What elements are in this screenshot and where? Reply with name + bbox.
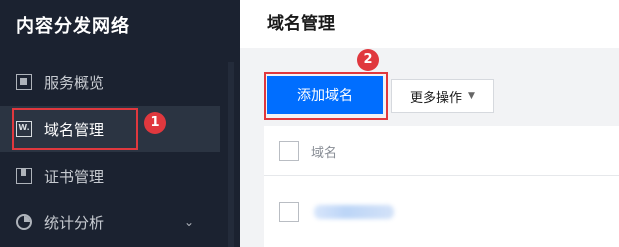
main-panel: 域名管理 添加域名 更多操作 ▼ 域名: [240, 0, 619, 247]
select-all-checkbox[interactable]: [279, 141, 299, 161]
sidebar-item-label: 统计分析: [44, 213, 105, 232]
caret-down-icon: ▼: [468, 91, 475, 101]
chevron-down-icon: ⌄: [183, 215, 194, 229]
overview-icon: [16, 74, 32, 90]
step-badge-1: 1: [144, 112, 166, 134]
page-header: 域名管理: [240, 0, 619, 48]
brand-title: 内容分发网络: [16, 16, 130, 37]
sidebar-item-overview[interactable]: 服务概览: [0, 59, 220, 105]
add-domain-button[interactable]: 添加域名: [267, 76, 383, 114]
sidebar-scrollbar[interactable]: [228, 62, 234, 247]
more-actions-label: 更多操作: [410, 90, 463, 106]
sidebar-item-label: 服务概览: [44, 73, 105, 92]
highlight-frame-step1: [12, 108, 138, 150]
blurred-domain-name[interactable]: [314, 205, 394, 219]
certificate-icon: [16, 168, 32, 184]
stats-pie-icon: [16, 214, 32, 230]
page-title: 域名管理: [267, 14, 335, 34]
column-header-domain: 域名: [311, 146, 338, 161]
more-actions-dropdown[interactable]: 更多操作 ▼: [391, 79, 494, 113]
sidebar-item-certificate-management[interactable]: 证书管理: [0, 153, 220, 199]
table-header: 域名: [264, 126, 619, 176]
table-row: [264, 190, 619, 232]
sidebar-item-statistics[interactable]: 统计分析 ⌄: [0, 199, 220, 245]
domain-table: 域名: [264, 126, 619, 247]
step-badge-2: 2: [357, 49, 379, 71]
row-checkbox[interactable]: [279, 202, 299, 222]
sidebar-item-label: 证书管理: [44, 167, 105, 186]
